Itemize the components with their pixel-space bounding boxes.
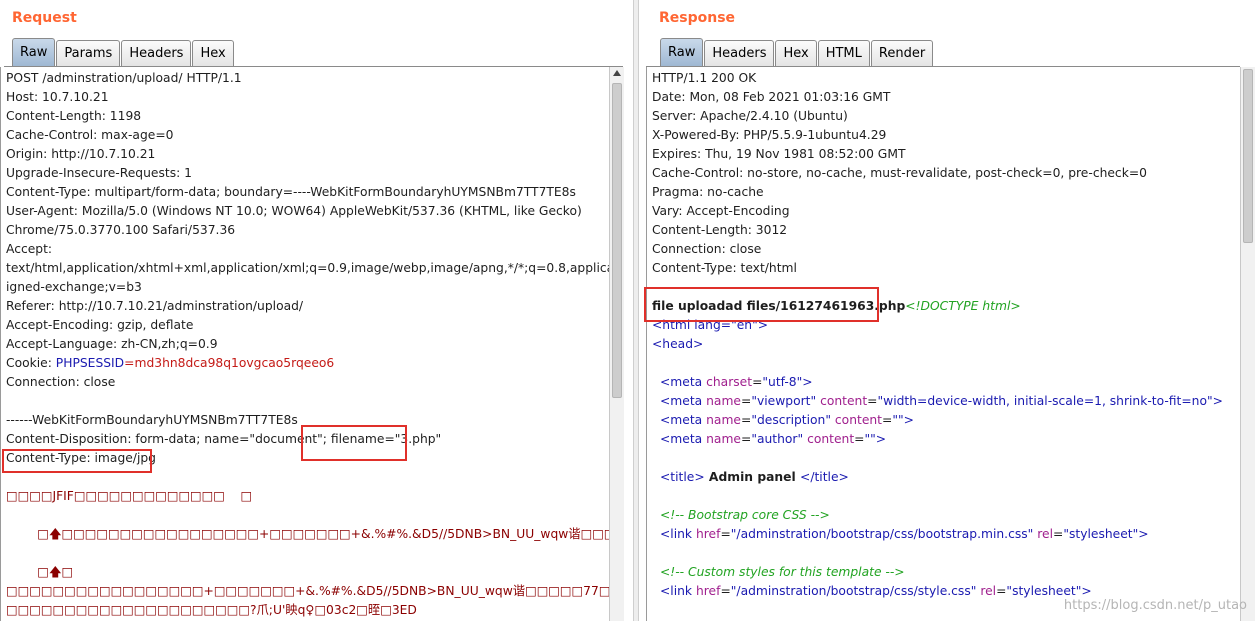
link-custom: <link href="/adminstration/bootstrap/css… xyxy=(660,584,1092,598)
response-tabs: Raw Headers Hex HTML Render xyxy=(660,38,934,66)
request-tabs: Raw Params Headers Hex xyxy=(12,38,235,66)
content-type-highlight xyxy=(2,449,152,473)
status-line: HTTP/1.1 200 OK xyxy=(652,71,757,85)
title-tag: <title> Admin panel </title> xyxy=(660,470,849,484)
tab-hex[interactable]: Hex xyxy=(775,40,817,66)
doctype: <!DOCTYPE html> xyxy=(905,299,1021,313)
comment-bootstrap: <!-- Bootstrap core CSS --> xyxy=(660,508,830,522)
tab-headers[interactable]: Headers xyxy=(121,40,192,66)
header-x-powered-by: X-Powered-By: PHP/5.5.9-1ubuntu4.29 xyxy=(652,128,887,142)
response-title: Response xyxy=(659,10,736,26)
header-pragma: Pragma: no-cache xyxy=(652,185,764,199)
header-accept-language: Accept-Language: zh-CN,zh;q=0.9 xyxy=(6,337,218,351)
header-referer: Referer: http://10.7.10.21/adminstration… xyxy=(6,299,304,313)
header-connection: Connection: close xyxy=(652,242,762,256)
header-server: Server: Apache/2.4.10 (Ubuntu) xyxy=(652,109,848,123)
link-bootstrap: <link href="/adminstration/bootstrap/css… xyxy=(660,527,1149,541)
header-cache-control: Cache-Control: no-store, no-cache, must-… xyxy=(652,166,1147,180)
tab-raw[interactable]: Raw xyxy=(660,38,704,66)
meta-viewport: <meta name="viewport" content="width=dev… xyxy=(660,394,1223,408)
header-accept-encoding: Accept-Encoding: gzip, deflate xyxy=(6,318,194,332)
cookie-name: PHPSESSID xyxy=(55,356,125,370)
request-panel: Request Raw Params Headers Hex POST /adm… xyxy=(0,0,633,621)
header-upgrade-insecure: Upgrade-Insecure-Requests: 1 xyxy=(6,166,192,180)
request-scrollbar[interactable] xyxy=(609,67,624,621)
header-origin: Origin: http://10.7.10.21 xyxy=(6,147,156,161)
header-accept-value-cont: igned-exchange;v=b3 xyxy=(6,280,142,294)
tab-headers[interactable]: Headers xyxy=(704,40,775,66)
response-panel: Response Raw Headers Hex HTML Render HTT… xyxy=(639,0,1255,621)
header-connection: Connection: close xyxy=(6,375,116,389)
header-cookie: Cookie: PHPSESSID=md3hn8dca98q1ovgcao5rq… xyxy=(6,356,335,370)
response-editor[interactable]: HTTP/1.1 200 OK Date: Mon, 08 Feb 2021 0… xyxy=(646,67,1240,621)
upload-result-highlight xyxy=(644,287,879,322)
binary-line: □□□□□□□□□□□□□□□□□□□□□?爪;U'眏q♀□03c2□晊□3ED xyxy=(6,603,417,617)
header-content-type: Content-Type: multipart/form-data; bound… xyxy=(6,185,576,199)
response-scroll-thumb[interactable] xyxy=(1243,69,1253,243)
binary-line: □□□□□□□□□□□□□□□□□+□□□□□□□+&.%#%.&D5//5DN… xyxy=(6,584,609,598)
header-content-length: Content-Length: 3012 xyxy=(652,223,788,237)
header-date: Date: Mon, 08 Feb 2021 01:03:16 GMT xyxy=(652,90,891,104)
header-content-length: Content-Length: 1198 xyxy=(6,109,142,123)
cookie-value: md3hn8dca98q1ovgcao5rqeeo6 xyxy=(134,356,335,370)
binary-line: □🡅□□□□□□□□□□□□□□□□□+□□□□□□□+&.%#%.&D5//5… xyxy=(37,527,609,541)
header-accept: Accept: xyxy=(6,242,53,256)
header-content-type: Content-Type: text/html xyxy=(652,261,797,275)
meta-author: <meta name="author" content=""> xyxy=(660,432,887,446)
tab-hex[interactable]: Hex xyxy=(192,40,234,66)
header-user-agent: User-Agent: Mozilla/5.0 (Windows NT 10.0… xyxy=(6,204,582,218)
meta-charset: <meta charset="utf-8"> xyxy=(660,375,813,389)
request-title: Request xyxy=(12,10,77,26)
request-scroll-thumb[interactable] xyxy=(612,83,622,398)
header-host: Host: 10.7.10.21 xyxy=(6,90,109,104)
filename-highlight xyxy=(301,425,407,461)
multipart-boundary: ------WebKitFormBoundaryhUYMSNBm7TT7TE8s xyxy=(6,413,298,427)
comment-custom: <!-- Custom styles for this template --> xyxy=(660,565,905,579)
response-scrollbar[interactable] xyxy=(1240,67,1255,621)
header-vary: Vary: Accept-Encoding xyxy=(652,204,790,218)
request-line: POST /adminstration/upload/ HTTP/1.1 xyxy=(6,71,242,85)
header-user-agent-cont: Chrome/75.0.3770.100 Safari/537.36 xyxy=(6,223,236,237)
head-open-tag: <head> xyxy=(652,337,704,351)
request-editor[interactable]: POST /adminstration/upload/ HTTP/1.1 Hos… xyxy=(0,67,609,621)
scroll-up-arrow-icon[interactable] xyxy=(613,70,621,76)
header-cache-control: Cache-Control: max-age=0 xyxy=(6,128,174,142)
header-accept-value: text/html,application/xhtml+xml,applicat… xyxy=(6,261,609,275)
binary-line: □□□□JFIF□□□□□□□□□□□□□ □ xyxy=(6,489,253,503)
tab-params[interactable]: Params xyxy=(56,40,121,66)
tab-raw[interactable]: Raw xyxy=(12,38,56,66)
watermark: https://blog.csdn.net/p_utao xyxy=(1063,598,1247,613)
tab-render[interactable]: Render xyxy=(870,40,934,66)
meta-description: <meta name="description" content=""> xyxy=(660,413,914,427)
header-expires: Expires: Thu, 19 Nov 1981 08:52:00 GMT xyxy=(652,147,906,161)
binary-line: □🡅□ xyxy=(6,565,74,579)
tab-html[interactable]: HTML xyxy=(817,40,870,66)
